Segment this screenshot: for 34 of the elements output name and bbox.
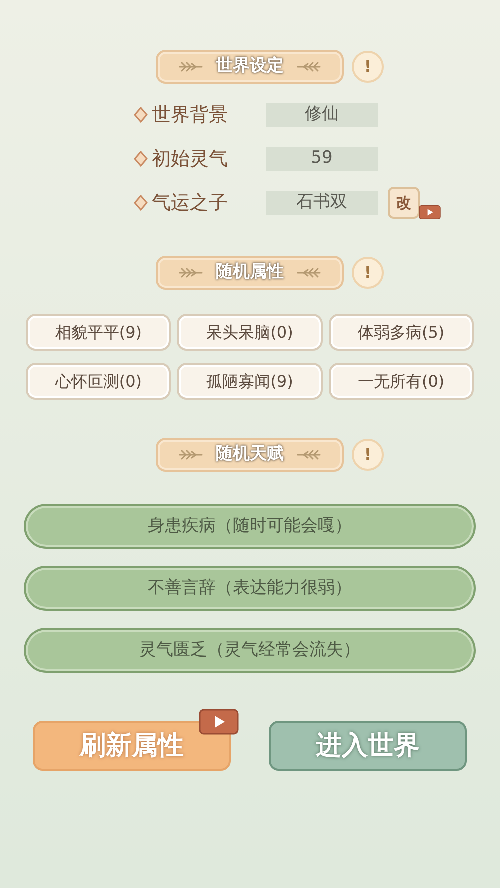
- sprig-icon: [296, 267, 322, 279]
- attribute-tag: 心怀叵测(0): [26, 363, 172, 400]
- video-ad-icon: [199, 709, 239, 735]
- setting-value: 石书双: [266, 191, 378, 215]
- attribute-tag: 孤陋寡闻(9): [177, 363, 323, 400]
- sprig-icon: [296, 61, 322, 73]
- talent-bar: 身患疾病（随时可能会嘎）: [24, 504, 476, 549]
- diamond-icon: [134, 151, 148, 167]
- enter-button[interactable]: 进入世界: [269, 721, 467, 771]
- talent-bar: 不善言辞（表达能力很弱）: [24, 566, 476, 611]
- sprig-icon: [296, 449, 322, 461]
- change-button[interactable]: 改: [388, 187, 420, 219]
- setting-value: 修仙: [266, 103, 378, 127]
- video-ad-icon: [419, 205, 441, 220]
- section-title: 随机属性: [216, 261, 284, 284]
- setting-label: 初始灵气: [152, 146, 229, 172]
- sprig-icon: [178, 449, 204, 461]
- info-button[interactable]: !: [352, 257, 384, 289]
- sprig-icon: [178, 267, 204, 279]
- talent-bar: 灵气匮乏（灵气经常会流失）: [24, 628, 476, 673]
- info-button[interactable]: !: [352, 51, 384, 83]
- diamond-icon: [134, 107, 148, 123]
- setting-label: 世界背景: [152, 102, 229, 128]
- attribute-tag: 一无所有(0): [328, 363, 474, 400]
- attribute-tag: 体弱多病(5): [328, 314, 474, 351]
- section-title: 世界设定: [216, 55, 284, 78]
- info-button[interactable]: !: [352, 439, 384, 471]
- setting-label: 气运之子: [152, 190, 229, 216]
- attribute-tag: 相貌平平(9): [26, 314, 172, 351]
- attribute-tag: 呆头呆脑(0): [177, 314, 323, 351]
- section-title: 随机天赋: [216, 443, 284, 466]
- setting-value: 59: [266, 147, 378, 171]
- diamond-icon: [134, 195, 148, 211]
- sprig-icon: [178, 61, 204, 73]
